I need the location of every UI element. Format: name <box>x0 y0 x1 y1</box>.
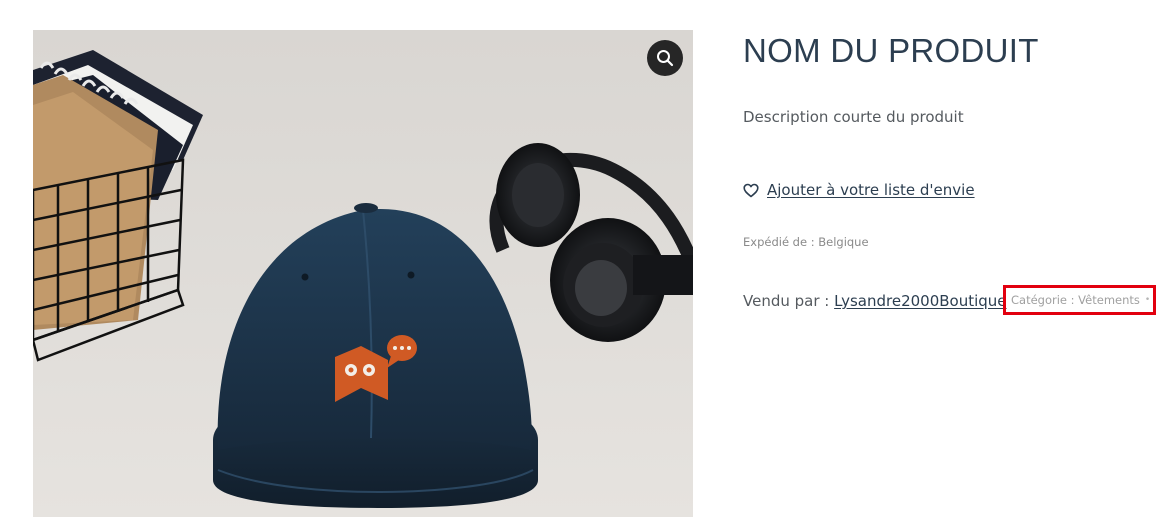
wishlist-row[interactable]: Ajouter à votre liste d'envie <box>743 181 975 199</box>
product-photo <box>33 50 693 508</box>
zoom-button[interactable] <box>647 40 683 76</box>
sold-by-row: Vendu par : Lysandre2000Boutique <box>743 292 1007 310</box>
category-separator: • <box>1144 295 1151 305</box>
category-highlight: Catégorie : Vêtements • <box>1003 285 1156 315</box>
shipped-from-text: Expédié de : Belgique <box>743 235 869 249</box>
product-gallery-image[interactable] <box>33 30 693 517</box>
add-to-wishlist-link[interactable]: Ajouter à votre liste d'envie <box>767 181 975 199</box>
product-title: NOM DU PRODUIT <box>743 32 1039 69</box>
category-text[interactable]: Catégorie : Vêtements <box>1011 293 1140 307</box>
sold-by-label: Vendu par : <box>743 292 835 310</box>
heart-icon <box>743 183 759 197</box>
product-short-description: Description courte du produit <box>743 108 964 126</box>
vendor-link[interactable]: Lysandre2000Boutique <box>834 292 1006 310</box>
magnifier-icon <box>657 50 674 67</box>
